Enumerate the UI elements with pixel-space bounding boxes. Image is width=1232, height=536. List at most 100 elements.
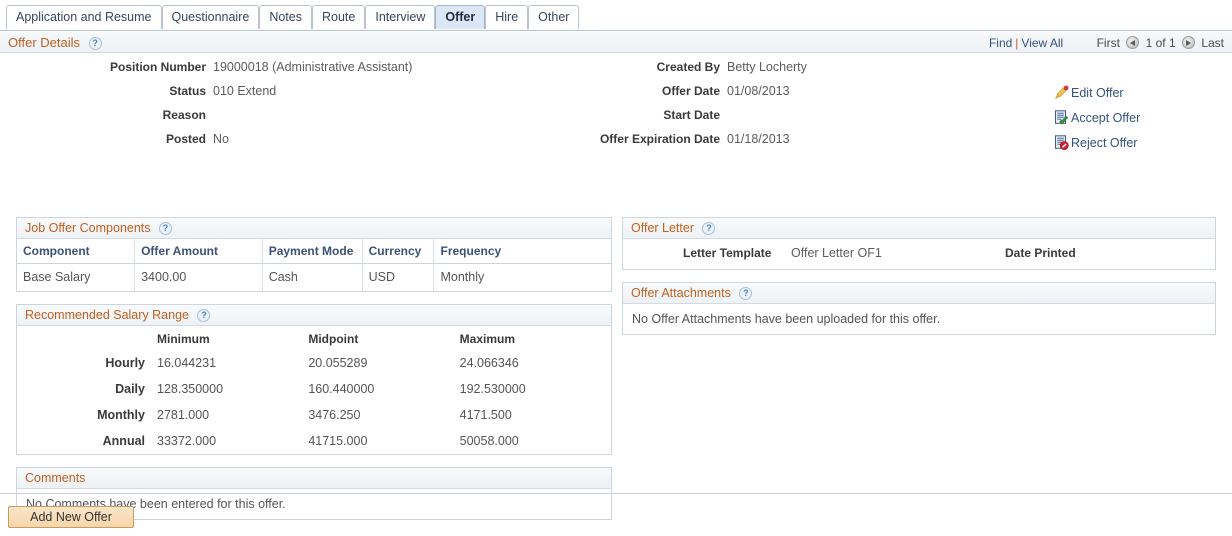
help-icon[interactable]: ? [88, 37, 102, 50]
field-value: 010 Extend [213, 84, 277, 98]
right-column: Offer Letter ? Letter Template Offer Let… [622, 217, 1216, 335]
column-header: Currency [362, 239, 435, 264]
table-row: Annual 33372.000 41715.000 50058.000 [17, 428, 611, 454]
help-icon[interactable]: ? [702, 222, 716, 235]
table-cell: Base Salary [17, 263, 136, 291]
tab-other[interactable]: Other [528, 5, 580, 29]
field-row: Offer Expiration Date 01/18/2013 [560, 127, 790, 151]
last-label[interactable]: Last [1201, 36, 1224, 50]
tab-bar: Application and Resume Questionnaire Notes… [0, 0, 1232, 31]
table-cell: 192.530000 [459, 382, 526, 396]
table-header-row: Minimum Midpoint Maximum [17, 326, 611, 350]
tab-hire[interactable]: Hire [485, 5, 529, 29]
field-value: 01/18/2013 [727, 132, 790, 146]
offer-attachments-header: Offer Attachments ? [623, 283, 1215, 304]
table-row: Hourly 16.044231 20.055289 24.066346 [17, 350, 611, 376]
table-cell: 50058.000 [459, 434, 519, 448]
table-cell: 128.350000 [157, 382, 224, 396]
field-row: Offer Date 01/08/2013 [560, 79, 790, 103]
row-label: Annual [102, 434, 145, 448]
comments-header: Comments [17, 468, 611, 489]
column-header: Maximum [459, 332, 516, 346]
table-cell: USD [362, 263, 435, 291]
help-icon[interactable]: ? [739, 287, 753, 300]
pager: First 1 of 1 Last [1097, 36, 1224, 50]
letter-template-value: Offer Letter OF1 [791, 246, 882, 260]
comments-title: Comments [25, 471, 86, 485]
offer-attachments-panel: Offer Attachments ? No Offer Attachments… [622, 282, 1216, 335]
table-cell: 3476.250 [308, 408, 361, 422]
record-navigation: Find | View All First 1 of 1 Last [989, 36, 1224, 50]
date-printed-label: Date Printed [1005, 246, 1076, 260]
column-header: Offer Amount [134, 239, 263, 264]
offer-details-title-text: Offer Details [8, 35, 81, 50]
table-row: Monthly 2781.000 3476.250 4171.500 [17, 402, 611, 428]
row-label: Monthly [97, 408, 145, 422]
recommended-salary-range-header: Recommended Salary Range ? [17, 305, 611, 326]
column-header: Midpoint [308, 332, 359, 346]
field-row: Reason [16, 103, 213, 127]
recommended-salary-range-table: Minimum Midpoint Maximum Hourly 16.044231 20… [17, 326, 611, 454]
job-offer-components-header: Job Offer Components ? [17, 218, 611, 239]
offer-letter-header: Offer Letter ? [623, 218, 1215, 239]
table-header-row: Component Offer Amount Payment Mode Currenc… [17, 239, 611, 264]
recommended-salary-range-panel: Recommended Salary Range ? Minimum Midpoi… [16, 304, 612, 455]
row-label: Hourly [105, 356, 145, 370]
offer-attachments-empty-text: No Offer Attachments have been uploaded … [632, 312, 941, 326]
field-value: No [213, 132, 229, 146]
column-header: Frequency [433, 239, 611, 264]
letter-template-row: Letter Template Offer Letter OF1 Date Pr… [623, 239, 1215, 269]
offer-field-area: Position Number 19000018 (Administrative … [0, 53, 1232, 149]
page-counter: 1 of 1 [1145, 36, 1176, 50]
offer-details-header: Offer Details ? Find | View All First 1 of… [0, 31, 1232, 53]
table-cell: 2781.000 [157, 408, 210, 422]
previous-arrow-icon[interactable] [1126, 36, 1140, 49]
column-header: Payment Mode [262, 239, 363, 264]
field-label: Created By [656, 60, 720, 74]
row-label: Daily [115, 382, 145, 396]
field-label: Posted [165, 132, 206, 146]
table-cell: 20.055289 [308, 356, 368, 370]
tab-notes[interactable]: Notes [259, 5, 312, 29]
tab-route[interactable]: Route [311, 5, 366, 29]
table-cell: Monthly [433, 263, 611, 291]
job-offer-components-panel: Job Offer Components ? Component Offer Am… [16, 217, 612, 292]
tab-questionnaire[interactable]: Questionnaire [161, 5, 260, 29]
view-all-link[interactable]: View All [1021, 36, 1063, 50]
help-icon[interactable]: ? [197, 309, 211, 322]
tab-offer[interactable]: Offer [435, 5, 486, 29]
field-label: Reason [162, 108, 206, 122]
link-separator: | [1015, 36, 1019, 50]
field-label: Offer Expiration Date [599, 132, 720, 146]
table-row: Base Salary 3400.00 Cash USD Monthly [17, 263, 611, 291]
column-header-spacer [17, 326, 157, 350]
table-cell: 3400.00 [134, 263, 263, 291]
field-label: Position Number [109, 60, 206, 74]
find-link[interactable]: Find [989, 36, 1012, 50]
table-row: Daily 128.350000 160.440000 192.530000 [17, 376, 611, 402]
field-label: Start Date [663, 108, 720, 122]
field-row: Status 010 Extend [16, 79, 276, 103]
column-header: Component [17, 239, 136, 264]
table-cell: 41715.000 [308, 434, 368, 448]
help-icon[interactable]: ? [159, 222, 173, 235]
field-label: Status [169, 84, 206, 98]
tab-interview[interactable]: Interview [365, 5, 436, 29]
offer-attachments-title: Offer Attachments [631, 286, 731, 300]
field-row: Position Number 19000018 (Administrative … [16, 55, 412, 79]
field-value: Betty Locherty [727, 60, 807, 74]
field-row: Created By Betty Locherty [560, 55, 807, 79]
job-offer-components-title: Job Offer Components [25, 221, 151, 235]
offer-letter-title: Offer Letter [631, 221, 694, 235]
table-cell: Cash [262, 263, 363, 291]
field-row: Start Date [560, 103, 727, 127]
offer-letter-panel: Offer Letter ? Letter Template Offer Let… [622, 217, 1216, 270]
tab-application-and-resume[interactable]: Application and Resume [6, 5, 162, 29]
recommended-salary-range-title: Recommended Salary Range [25, 308, 189, 322]
table-cell: 24.066346 [459, 356, 519, 370]
offer-details-title: Offer Details ? [8, 35, 102, 50]
add-new-offer-button[interactable]: Add New Offer [8, 506, 134, 528]
next-arrow-icon[interactable] [1181, 36, 1195, 49]
field-row: Posted No [16, 127, 229, 151]
first-label[interactable]: First [1097, 36, 1120, 50]
